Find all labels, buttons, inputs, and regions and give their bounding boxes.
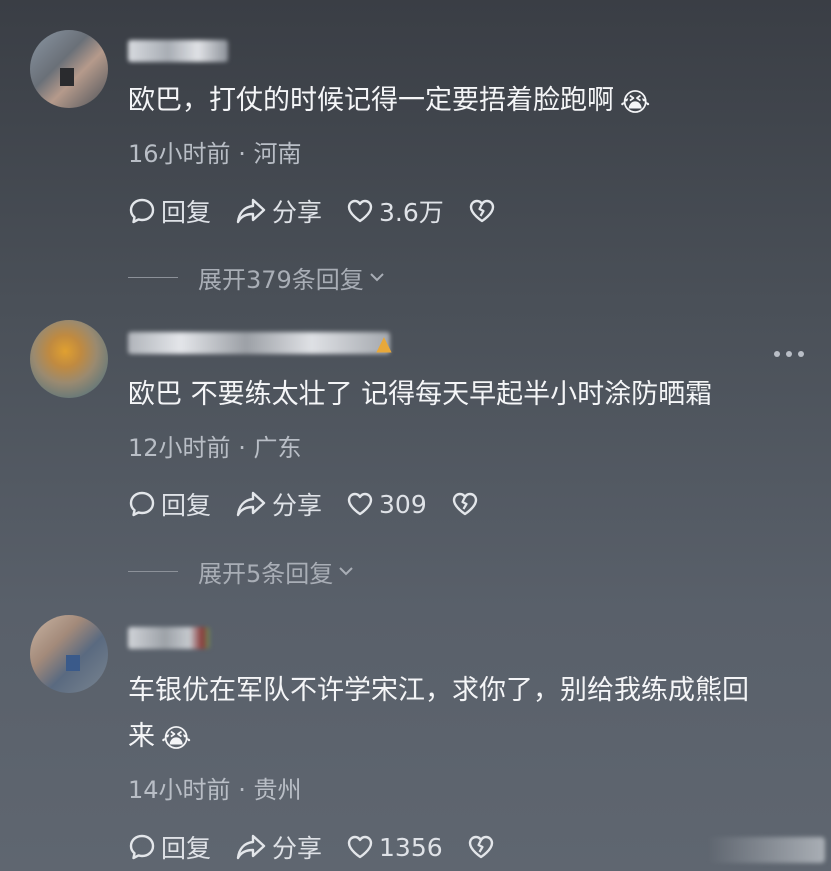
like-button[interactable]: 309 — [346, 490, 427, 519]
dislike-button[interactable] — [467, 833, 495, 861]
expand-label: 展开379条回复 — [198, 265, 364, 294]
trophy-badge-icon: ▲ — [376, 331, 392, 355]
heart-icon — [347, 492, 373, 516]
share-arrow-icon — [236, 198, 266, 224]
dislike-button[interactable] — [451, 490, 479, 518]
action-bar: 回复 分享 309 — [128, 487, 503, 521]
comment-text: 欧巴 不要练太壮了 记得每天早起半小时涂防晒霜 — [128, 379, 713, 410]
share-label: 分享 — [272, 834, 323, 863]
share-arrow-icon — [236, 834, 266, 860]
broken-heart-icon — [469, 199, 494, 223]
comment-meta: 16小时前 · 河南 — [128, 134, 301, 169]
heart-icon — [347, 835, 373, 859]
reply-label: 回复 — [161, 491, 212, 520]
expand-replies[interactable]: 展开379条回复 — [128, 262, 386, 294]
heart-icon — [347, 199, 373, 223]
comment-bubble-icon — [129, 198, 155, 224]
divider-line — [128, 276, 178, 278]
watermark-blurred — [707, 837, 825, 863]
avatar[interactable] — [30, 30, 108, 108]
broken-heart-icon — [468, 835, 493, 859]
share-label: 分享 — [272, 198, 323, 227]
reply-button[interactable]: 回复 — [128, 193, 211, 229]
separator-dot: · — [238, 776, 246, 804]
timestamp: 14小时前 — [128, 776, 231, 804]
like-count: 309 — [379, 489, 427, 519]
location: 贵州 — [253, 776, 302, 804]
more-options-button[interactable] — [774, 346, 804, 362]
reply-label: 回复 — [161, 198, 212, 227]
action-bar: 回复 分享 1356 — [128, 830, 519, 864]
crying-emoji: 😭 — [620, 88, 651, 118]
reply-button[interactable]: 回复 — [128, 829, 211, 865]
chevron-down-icon — [339, 567, 353, 576]
expand-replies[interactable]: 展开5条回复 — [128, 556, 355, 588]
share-label: 分享 — [272, 491, 323, 520]
share-button[interactable]: 分享 — [235, 829, 322, 865]
like-button[interactable]: 1356 — [346, 833, 443, 862]
broken-heart-icon — [452, 492, 477, 516]
like-count: 3.6万 — [379, 198, 444, 227]
comment-meta: 12小时前 · 广东 — [128, 428, 301, 463]
comment-text: 车银优在军队不许学宋江，求你了，别给我练成熊回 来 😭 — [128, 668, 749, 762]
share-button[interactable]: 分享 — [235, 486, 322, 522]
divider-line — [128, 570, 178, 572]
username-blurred[interactable] — [128, 332, 390, 354]
username-blurred[interactable] — [128, 627, 210, 649]
like-count: 1356 — [379, 832, 443, 862]
share-arrow-icon — [236, 491, 266, 517]
expand-label: 展开5条回复 — [198, 559, 334, 588]
location: 广东 — [253, 434, 302, 462]
crying-emoji: 😭 — [161, 724, 192, 754]
separator-dot: · — [238, 140, 246, 168]
separator-dot: · — [238, 434, 246, 462]
username-blurred[interactable] — [128, 40, 228, 62]
share-button[interactable]: 分享 — [235, 193, 322, 229]
avatar[interactable] — [30, 615, 108, 693]
reply-label: 回复 — [161, 834, 212, 863]
like-button[interactable]: 3.6万 — [346, 193, 444, 229]
avatar[interactable] — [30, 320, 108, 398]
comment-text: 欧巴，打仗的时候记得一定要捂着脸跑啊 😭 — [128, 78, 650, 126]
timestamp: 12小时前 — [128, 434, 231, 462]
chevron-down-icon — [370, 273, 384, 282]
comment-item — [0, 300, 831, 600]
comment-item: 欧巴，打仗的时候记得一定要捂着脸跑啊 😭 16小时前 · 河南 回复 分享 3.6… — [0, 0, 831, 300]
action-bar: 回复 分享 3.6万 — [128, 194, 520, 228]
reply-button[interactable]: 回复 — [128, 486, 211, 522]
dislike-button[interactable] — [468, 197, 496, 225]
timestamp: 16小时前 — [128, 140, 231, 168]
comment-bubble-icon — [129, 834, 155, 860]
comment-meta: 14小时前 · 贵州 — [128, 770, 301, 805]
comment-bubble-icon — [129, 491, 155, 517]
location: 河南 — [253, 140, 302, 168]
